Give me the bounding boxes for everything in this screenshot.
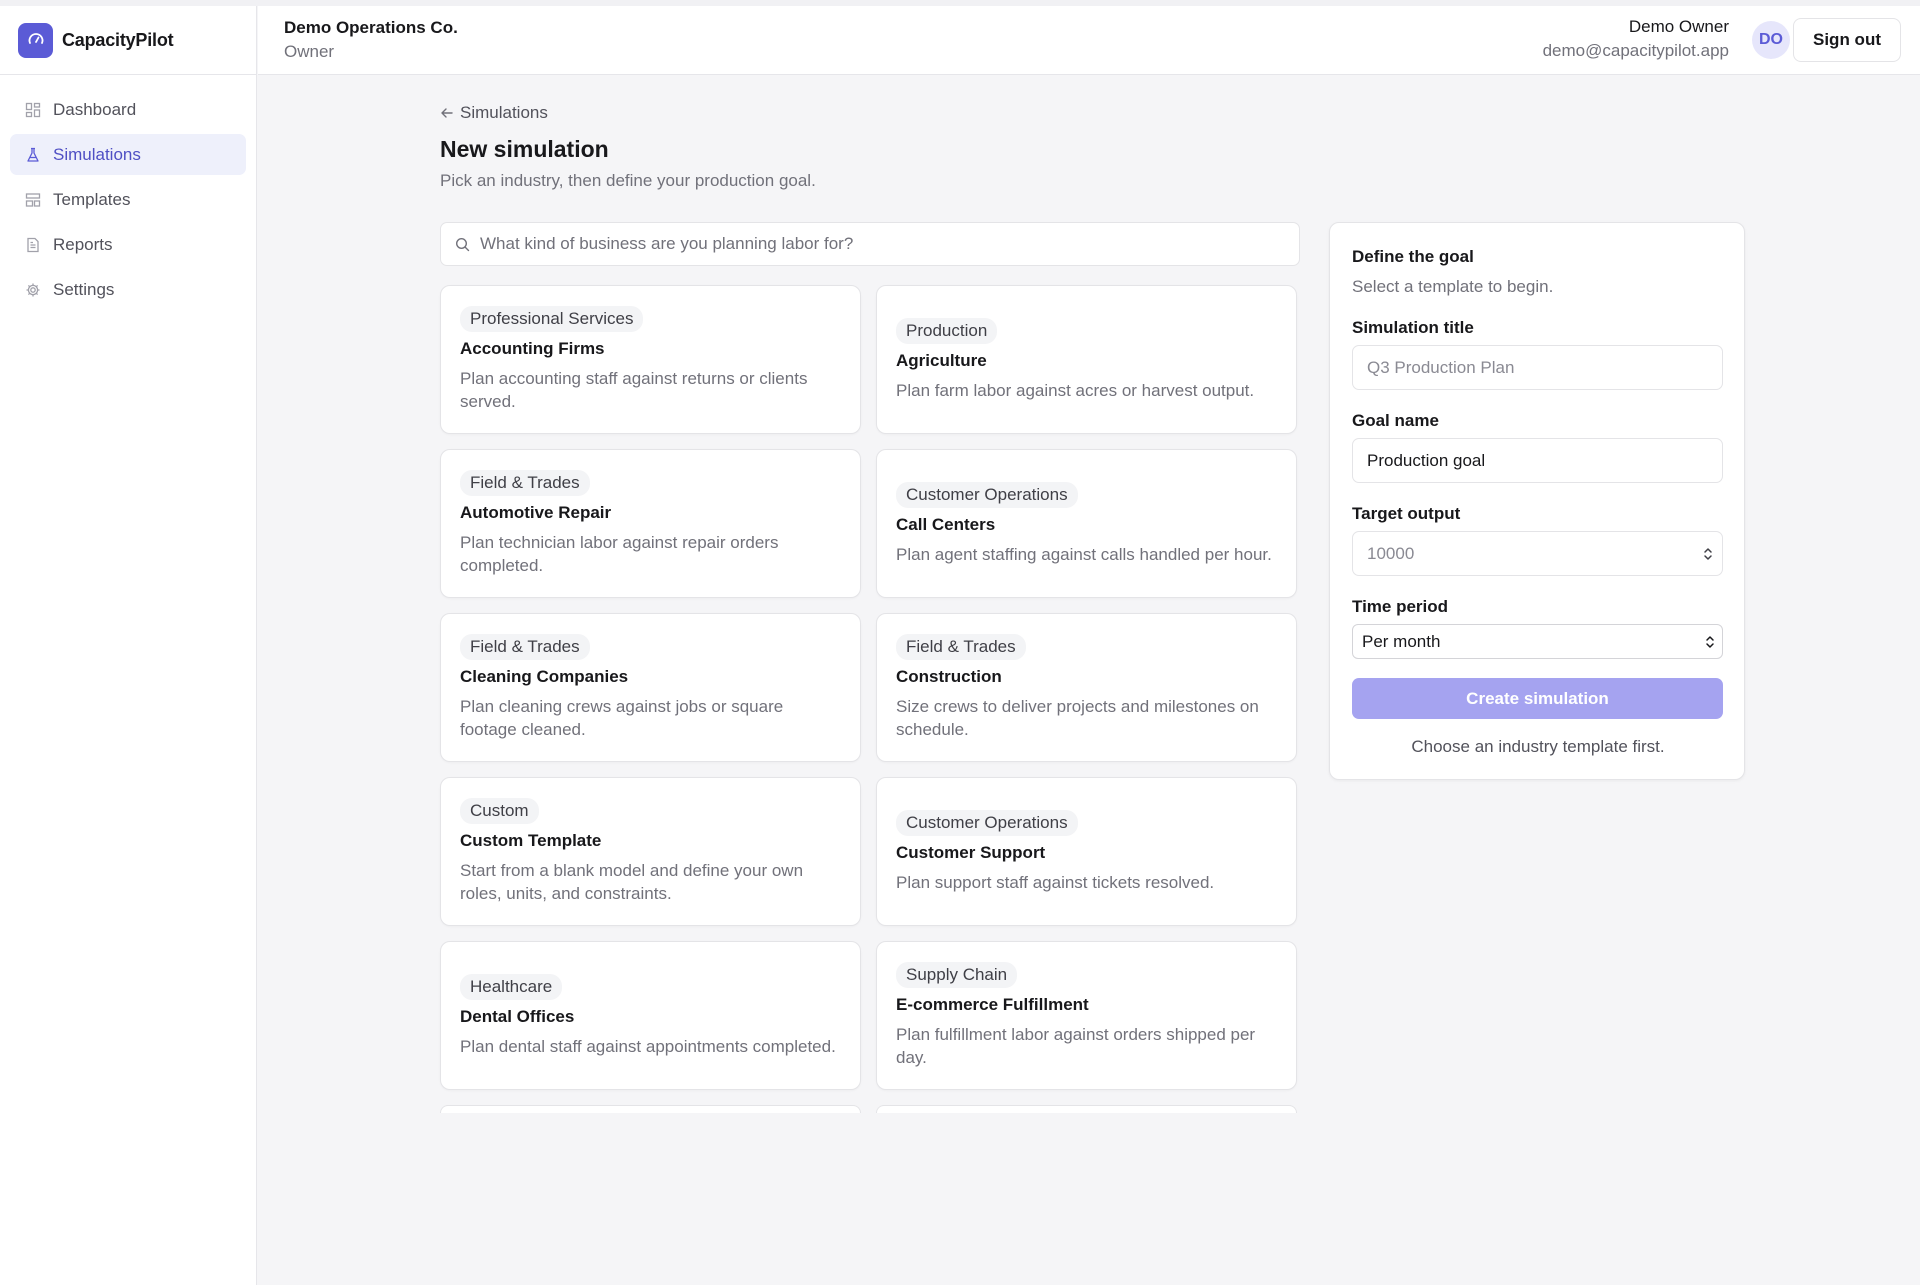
template-card[interactable]: Field & Trades Cleaning Companies Plan c… [440,613,861,762]
sidebar-item-label: Dashboard [53,99,137,119]
card-title: Agriculture [896,350,987,370]
category-badge: Supply Chain [896,962,1018,988]
sidebar-item-templates[interactable]: Templates [10,179,246,220]
sidebar-item-label: Settings [53,279,115,299]
flask-icon [24,146,42,164]
sidebar-item-label: Templates [53,189,131,209]
target-output-stepper[interactable]: 10000 [1352,531,1723,576]
avatar[interactable]: DO [1752,21,1790,59]
panel-title: Define the goal [1352,247,1474,266]
card-title: Call Centers [896,514,996,534]
template-card[interactable]: Production Agriculture Plan farm labor a… [876,285,1297,434]
template-card[interactable]: Customer Operations Customer Support Pla… [876,777,1297,926]
sidebar-item-reports[interactable]: Reports [10,224,246,265]
card-description: Start from a blank model and define your… [460,861,804,903]
card-title: Construction [896,667,1002,686]
card-title: Dental Offices [460,1006,575,1026]
top-header: Demo Operations Co. Owner Demo Owner dem… [258,6,1920,75]
card-title: Customer Support [896,842,1046,862]
sidebar-item-settings[interactable]: Settings [10,269,246,310]
stepper-arrows-icon[interactable] [1694,546,1722,562]
category-badge: Professional Services [460,306,644,332]
card-description: Plan farm labor against acres or harvest… [896,380,1255,400]
card-title: Custom Template [460,831,602,850]
template-card[interactable]: Custom Custom Template Start from a blan… [440,777,861,926]
back-link[interactable]: Simulations [440,103,548,123]
time-period-label: Time period [1352,597,1449,616]
dashboard-icon [24,101,42,119]
template-card-partial[interactable] [876,1105,1297,1113]
main-content: Simulations New simulation Pick an indus… [258,76,1920,1285]
sidebar: CapacityPilot Dashboard Simulations Temp… [0,6,257,1285]
card-description: Plan accounting staff against returns or… [460,369,808,411]
gear-icon [24,281,42,299]
category-badge: Production [896,317,998,344]
sidebar-item-simulations[interactable]: Simulations [10,134,246,175]
card-description: Plan agent staffing against calls handle… [896,544,1272,564]
sidebar-item-label: Reports [53,234,113,254]
card-description: Plan technician labor against repair ord… [460,533,779,575]
template-card[interactable]: Supply Chain E-commerce Fulfillment Plan… [876,941,1297,1090]
sign-out-button[interactable]: Sign out [1793,18,1901,62]
brand[interactable]: CapacityPilot [0,6,256,75]
report-icon [24,236,42,254]
user-info: Demo Owner demo@capacitypilot.app [1543,17,1729,61]
org-switcher: Demo Operations Co. Owner [284,18,458,62]
category-badge: Customer Operations [896,481,1078,508]
simulation-title-input[interactable] [1352,345,1723,390]
template-card[interactable]: Professional Services Accounting Firms P… [440,285,861,434]
category-badge: Field & Trades [896,634,1026,660]
card-description: Plan dental staff against appointments c… [460,1036,836,1056]
search-icon [455,237,470,252]
brand-logo-icon [18,22,53,58]
back-link-label: Simulations [460,103,548,122]
org-role: Owner [284,42,335,61]
page-title: New simulation [440,136,609,162]
target-output-label: Target output [1352,504,1461,523]
sidebar-item-label: Simulations [53,144,141,164]
template-card[interactable]: Customer Operations Call Centers Plan ag… [876,449,1297,598]
template-card[interactable]: Healthcare Dental Offices Plan dental st… [440,941,861,1090]
sidebar-nav: Dashboard Simulations Templates Reports … [0,75,256,328]
panel-hint: Choose an industry template first. [1411,737,1665,756]
card-title: Cleaning Companies [460,667,629,686]
templates-icon [24,191,42,209]
card-description: Size crews to deliver projects and miles… [896,697,1259,739]
card-title: Accounting Firms [460,339,605,358]
page-subtitle: Pick an industry, then define your produ… [440,171,816,190]
template-card-partial[interactable] [440,1105,861,1113]
goal-panel: Define the goal Select a template to beg… [1329,222,1745,780]
search-input[interactable] [480,234,1280,254]
category-badge: Custom [460,798,539,824]
card-description: Plan support staff against tickets resol… [896,872,1215,892]
org-name: Demo Operations Co. [284,18,458,37]
brand-name: CapacityPilot [62,29,174,50]
user-email: demo@capacitypilot.app [1542,41,1729,60]
card-description: Plan cleaning crews against jobs or squa… [460,697,784,739]
target-output-placeholder: 10000 [1367,543,1415,563]
card-description: Plan fulfillment labor against orders sh… [896,1025,1256,1067]
goal-name-label: Goal name [1352,411,1439,430]
category-badge: Field & Trades [460,470,590,496]
card-title: E-commerce Fulfillment [896,995,1089,1014]
template-card[interactable]: Field & Trades Automotive Repair Plan te… [440,449,861,598]
time-period-select[interactable]: Per month [1352,624,1723,659]
goal-name-input[interactable] [1352,438,1723,483]
category-badge: Healthcare [460,973,563,1000]
time-period-value: Per month [1362,631,1441,651]
arrow-left-icon [440,106,454,120]
category-badge: Customer Operations [896,809,1078,836]
panel-subtitle: Select a template to begin. [1352,277,1554,296]
chevron-up-down-icon [1698,634,1722,650]
card-title: Automotive Repair [460,503,612,522]
sidebar-item-dashboard[interactable]: Dashboard [10,89,246,130]
template-card[interactable]: Field & Trades Construction Size crews t… [876,613,1297,762]
user-name: Demo Owner [1628,17,1729,36]
category-badge: Field & Trades [460,634,590,660]
simulation-title-label: Simulation title [1352,318,1474,337]
industry-search[interactable] [440,222,1300,266]
create-simulation-button[interactable]: Create simulation [1352,678,1723,719]
